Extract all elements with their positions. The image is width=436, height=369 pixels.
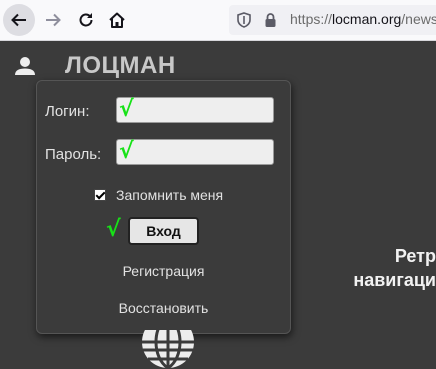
login-label: Логин:: [45, 103, 90, 120]
user-icon[interactable]: [14, 56, 36, 76]
reload-icon: [79, 13, 93, 27]
login-input[interactable]: √: [116, 97, 274, 123]
password-label: Пароль:: [45, 146, 102, 163]
home-button[interactable]: [101, 4, 133, 36]
reload-button[interactable]: [70, 4, 102, 36]
remember-label: Запомнить меня: [116, 187, 224, 203]
remember-checkbox[interactable]: [94, 189, 106, 201]
address-bar[interactable]: https://locman.org/news.: [229, 5, 436, 35]
home-icon: [109, 12, 125, 28]
register-link[interactable]: Регистрация: [37, 263, 290, 279]
login-button[interactable]: Вход: [128, 217, 199, 245]
submit-valid-icon: √: [106, 217, 121, 242]
tracking-protection-icon: [237, 12, 251, 28]
password-input[interactable]: √: [116, 139, 274, 165]
url-path: /news.: [401, 11, 436, 27]
lock-icon: [265, 13, 276, 27]
url-text: https://locman.org/news.: [290, 11, 436, 27]
remember-me[interactable]: Запомнить меня: [94, 186, 223, 204]
globe-icon: [142, 330, 194, 369]
back-arrow-icon: [11, 13, 26, 27]
url-scheme: https://: [290, 11, 333, 27]
url-domain: locman.org: [332, 11, 402, 27]
browser-toolbar: https://locman.org/news.: [0, 0, 436, 41]
forward-arrow-icon: [46, 13, 61, 27]
login-panel: Логин: √ Пароль: √ Запомнить меня √ Вход…: [36, 80, 291, 334]
headline-line-1[interactable]: Ретр: [395, 246, 436, 267]
site-logo[interactable]: ЛОЦМАН: [65, 52, 176, 80]
back-button[interactable]: [3, 4, 35, 36]
login-valid-icon: √: [119, 97, 134, 122]
password-valid-icon: √: [119, 139, 134, 164]
headline-line-2[interactable]: навигаци: [353, 270, 436, 291]
restore-link[interactable]: Восстановить: [37, 300, 290, 316]
forward-button[interactable]: [37, 4, 69, 36]
